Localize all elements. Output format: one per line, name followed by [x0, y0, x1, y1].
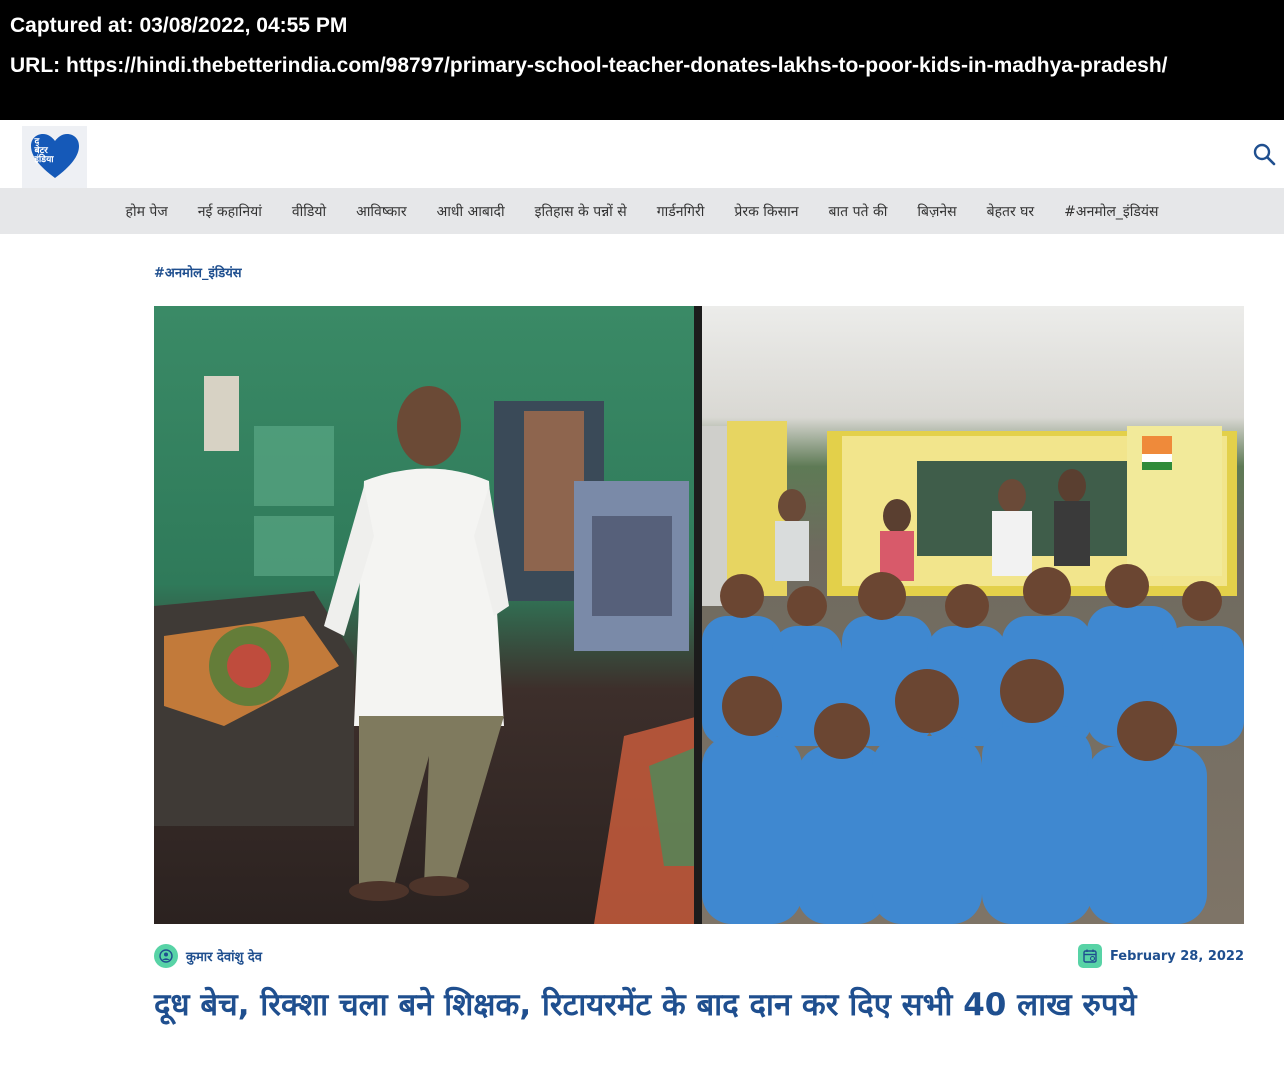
article-meta: कुमार देवांशु देव February 28, 2022 [154, 942, 1244, 970]
calendar-icon [1077, 944, 1102, 968]
nav-list: होम पेज नई कहानियां वीडियो आविष्कार आधी … [111, 202, 1174, 221]
nav-item-opinion[interactable]: बात पते की [814, 202, 903, 221]
hero-photo-students [702, 306, 1244, 924]
nav-item-history[interactable]: इतिहास के पन्नों से [520, 202, 642, 221]
author-name-link[interactable]: कुमार देवांशु देव [186, 947, 262, 965]
category-tag[interactable]: #अनमोल_इंडियंस [154, 263, 242, 281]
nav-item-farmers[interactable]: प्रेरक किसान [719, 202, 813, 221]
nav-item-anmol-indians[interactable]: #अनमोल_इंडियंस [1049, 202, 1173, 221]
captured-at-text: Captured at: 03/08/2022, 04:55 PM [10, 14, 348, 37]
article-headline: दूध बेच, रिक्शा चला बने शिक्षक, रिटायरमे… [154, 987, 1137, 1023]
author-info: कुमार देवांशु देव [154, 944, 262, 968]
nav-item-innovation[interactable]: आविष्कार [341, 202, 421, 221]
nav-item-home[interactable]: होम पेज [111, 202, 183, 221]
site-header: द बेटर इंडिया [0, 120, 1284, 188]
nav-item-video[interactable]: वीडियो [277, 202, 341, 221]
nav-item-new-stories[interactable]: नई कहानियां [183, 202, 277, 221]
search-icon[interactable] [1252, 142, 1276, 166]
logo-text-line-3: इंडिया [34, 155, 54, 165]
capture-banner: Captured at: 03/08/2022, 04:55 PM URL: h… [0, 0, 1284, 120]
site-logo[interactable]: द बेटर इंडिया [22, 126, 87, 188]
heart-logo-icon: द बेटर इंडिया [30, 134, 79, 180]
captured-url-text: URL: https://hindi.thebetterindia.com/98… [10, 54, 1168, 77]
publish-date-info: February 28, 2022 [1077, 944, 1244, 968]
nav-item-better-home[interactable]: बेहतर घर [972, 202, 1050, 221]
nav-item-women[interactable]: आधी आबादी [422, 202, 520, 221]
main-nav: होम पेज नई कहानियां वीडियो आविष्कार आधी … [0, 188, 1284, 234]
nav-item-gardening[interactable]: गार्डनगिरी [642, 202, 720, 221]
hero-photo-teacher [154, 306, 699, 924]
publish-date: February 28, 2022 [1109, 948, 1244, 964]
user-icon [154, 944, 178, 968]
nav-item-business[interactable]: बिज़नेस [902, 202, 971, 221]
hero-image [154, 306, 1244, 924]
